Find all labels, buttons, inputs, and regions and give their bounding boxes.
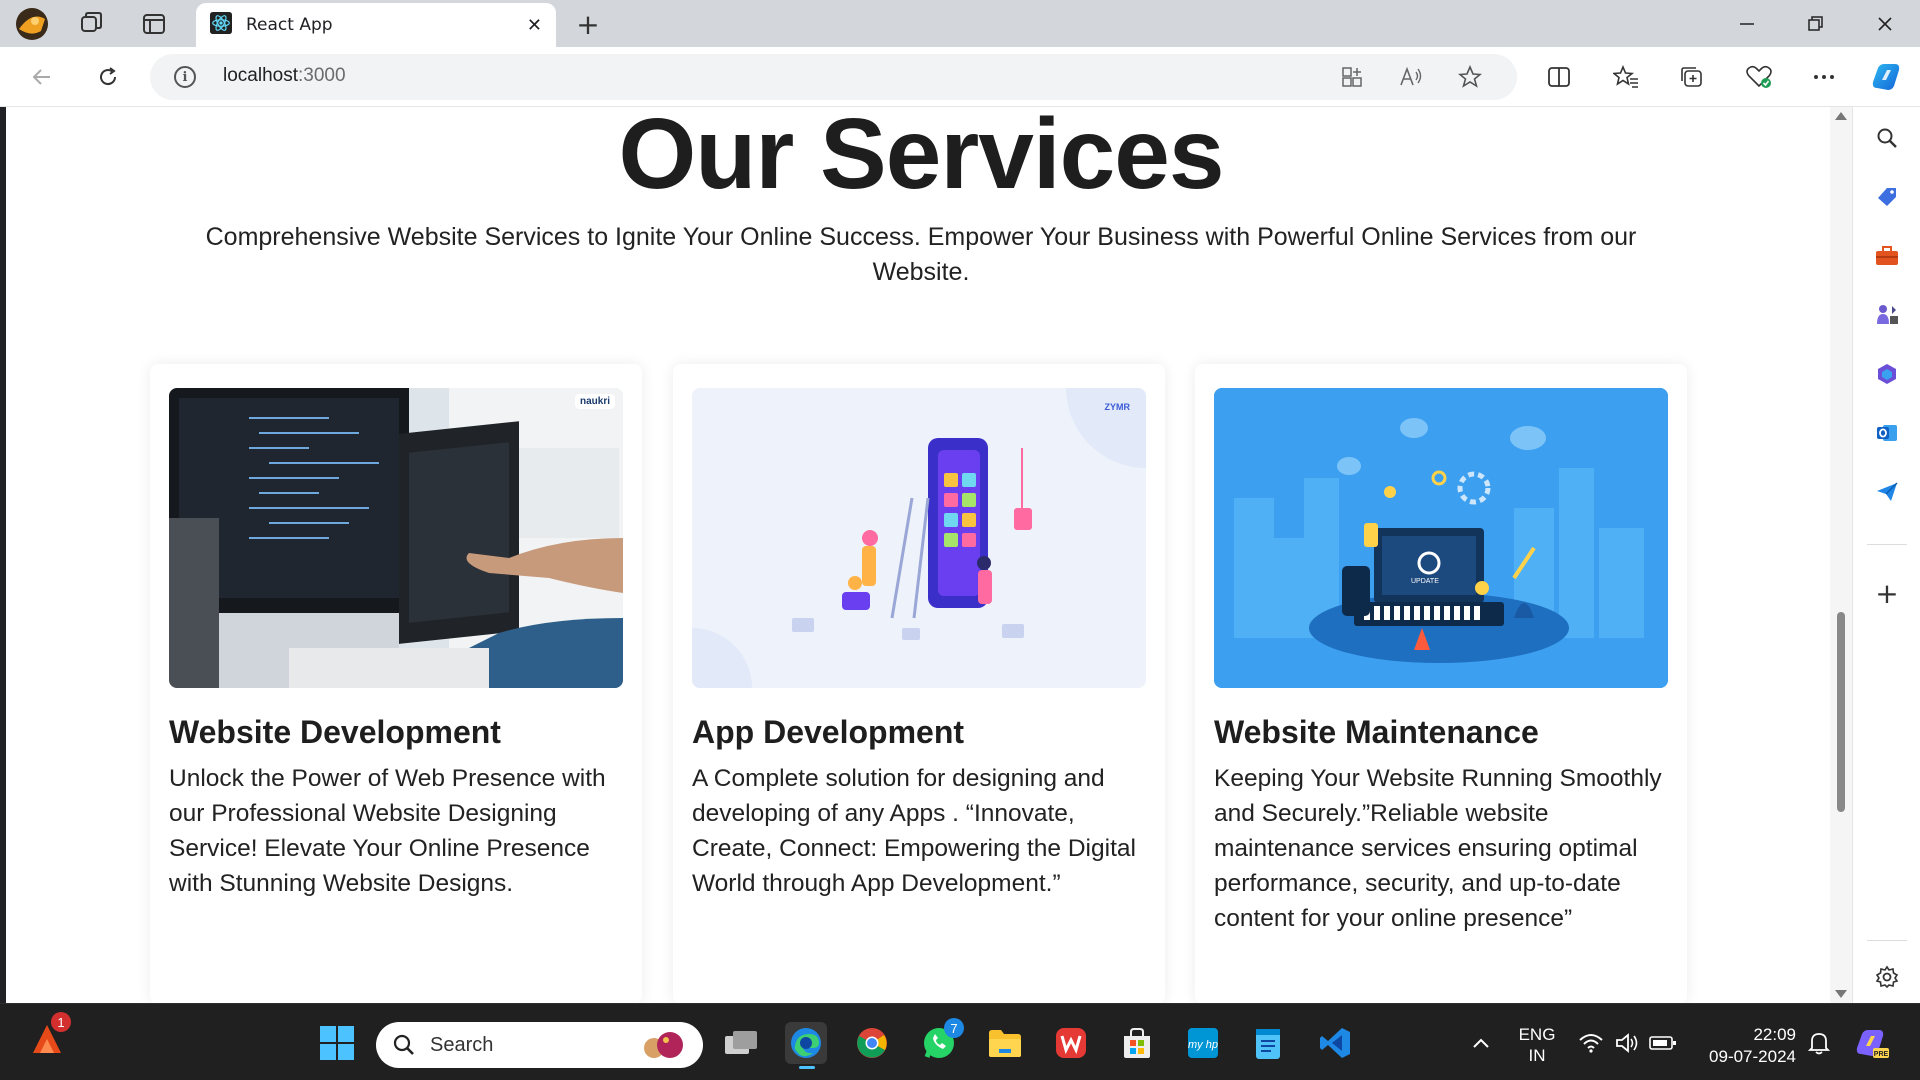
language-line1: ENG (1518, 1025, 1556, 1044)
scroll-up-arrow-icon[interactable] (1835, 112, 1847, 120)
settings-gear-icon[interactable] (1869, 959, 1905, 995)
browser-title-bar: React App ✕ + (0, 0, 1920, 47)
add-sidebar-app-icon[interactable]: + (1869, 575, 1905, 611)
react-logo-icon (210, 12, 232, 38)
tab-react-app[interactable]: React App ✕ (196, 3, 556, 47)
microsoft-365-icon[interactable] (1869, 356, 1905, 392)
read-aloud-icon[interactable] (1396, 62, 1426, 92)
edge-sidebar: + (1852, 107, 1920, 1003)
copilot-icon[interactable] (1868, 59, 1904, 95)
clock-time: 22:09 (1753, 1025, 1796, 1044)
new-tab-button[interactable]: + (570, 6, 606, 42)
chrome-icon[interactable] (851, 1022, 893, 1064)
tools-briefcase-icon[interactable] (1869, 238, 1905, 274)
svg-text:PRE: PRE (1874, 1051, 1889, 1058)
minimize-button[interactable] (1714, 0, 1780, 47)
search-highlight-icon (636, 1028, 686, 1066)
copilot-preview-icon[interactable]: PRE (1850, 1022, 1892, 1064)
weather-widget-icon[interactable]: 1 (26, 1012, 71, 1060)
myhp-icon[interactable]: my hp (1182, 1022, 1224, 1064)
microsoft-store-icon[interactable] (1116, 1022, 1158, 1064)
games-icon[interactable] (1869, 297, 1905, 333)
service-card-website-development[interactable]: naukri Website Development Unlock the Po… (150, 364, 642, 1003)
page-scrollbar[interactable] (1830, 107, 1852, 1003)
file-explorer-icon[interactable] (984, 1022, 1026, 1064)
workspaces-icon[interactable] (74, 6, 110, 42)
notification-badge: 1 (51, 1012, 71, 1032)
app-development-image: ZYMR (692, 388, 1146, 688)
show-hidden-icons-chevron-icon[interactable] (1460, 1022, 1502, 1064)
back-button[interactable] (24, 59, 60, 95)
taskbar-search-box[interactable]: Search (376, 1022, 703, 1068)
url-text[interactable]: localhost:3000 (223, 65, 346, 87)
refresh-button[interactable] (90, 59, 126, 95)
vscode-icon[interactable] (1314, 1022, 1356, 1064)
restore-button[interactable] (1782, 0, 1848, 47)
language-indicator[interactable]: ENG IN (1512, 1024, 1562, 1066)
card-title: Website Development (169, 714, 501, 750)
search-label: Search (430, 1034, 494, 1056)
zymr-logo: ZYMR (1104, 402, 1131, 412)
language-line2: IN (1528, 1046, 1546, 1065)
browser-essentials-icon[interactable] (1741, 59, 1777, 95)
browser-toolbar: i localhost:3000 (0, 47, 1920, 107)
website-development-image: naukri (169, 388, 623, 688)
search-icon (392, 1033, 416, 1061)
notifications-bell-icon[interactable] (1798, 1022, 1840, 1064)
profile-avatar-icon[interactable] (14, 6, 50, 42)
page-viewport: Our Services Comprehensive Website Servi… (6, 107, 1836, 1003)
update-screen-label: UPDATE (1411, 578, 1439, 585)
scrollbar-thumb[interactable] (1837, 612, 1845, 812)
whatsapp-unread-badge: 7 (944, 1018, 964, 1038)
close-window-button[interactable] (1852, 0, 1918, 47)
service-card-website-maintenance[interactable]: UPDATE Website Maintenance Keeping Your … (1195, 364, 1687, 1003)
page-title: Our Services (618, 107, 1224, 210)
sidebar-divider (1867, 544, 1907, 545)
tab-close-icon[interactable]: ✕ (527, 15, 542, 36)
battery-icon[interactable] (1642, 1022, 1684, 1064)
outlook-icon[interactable] (1869, 415, 1905, 451)
collections-icon[interactable] (1674, 59, 1710, 95)
website-maintenance-image: UPDATE (1214, 388, 1668, 688)
svg-text:my hp: my hp (1188, 1039, 1218, 1051)
edge-taskbar-icon[interactable] (785, 1022, 827, 1069)
clock[interactable]: 22:09 09-07-2024 (1692, 1024, 1796, 1068)
scroll-down-arrow-icon[interactable] (1835, 990, 1847, 998)
whatsapp-icon[interactable]: 7 (918, 1018, 964, 1064)
send-icon[interactable] (1869, 474, 1905, 510)
page-subtitle: Comprehensive Website Services to Ignite… (205, 223, 1637, 286)
favorite-star-icon[interactable] (1455, 62, 1485, 92)
tab-actions-icon[interactable] (136, 6, 172, 42)
more-options-icon[interactable] (1806, 59, 1842, 95)
notepad-icon[interactable] (1247, 1022, 1289, 1064)
split-screen-icon[interactable] (1541, 59, 1577, 95)
naukri-learning-logo: naukri (574, 394, 615, 409)
windows-taskbar: 1 Search 7 my hp ENG IN 22:09 09-07-2024… (0, 1003, 1920, 1080)
card-title: App Development (692, 714, 965, 750)
tab-title: React App (246, 15, 333, 35)
service-card-app-development[interactable]: ZYMR App Development A Complete solution… (673, 364, 1165, 1003)
address-bar[interactable]: i localhost:3000 (150, 54, 1517, 100)
app-available-icon[interactable] (1337, 62, 1367, 92)
card-description: Unlock the Power of Web Presence with ou… (169, 765, 606, 897)
card-description: Keeping Your Website Running Smoothly an… (1214, 765, 1662, 932)
task-view-icon[interactable] (720, 1022, 762, 1064)
site-info-icon[interactable]: i (174, 66, 196, 88)
start-button[interactable] (316, 1022, 358, 1064)
clock-date: 09-07-2024 (1709, 1047, 1796, 1066)
favorites-icon[interactable] (1608, 59, 1644, 95)
card-description: A Complete solution for designing and de… (692, 765, 1136, 897)
shopping-tag-icon[interactable] (1869, 179, 1905, 215)
sidebar-divider (1867, 940, 1907, 941)
card-title: Website Maintenance (1214, 714, 1539, 750)
wps-office-icon[interactable] (1050, 1022, 1092, 1064)
search-icon[interactable] (1869, 120, 1905, 156)
